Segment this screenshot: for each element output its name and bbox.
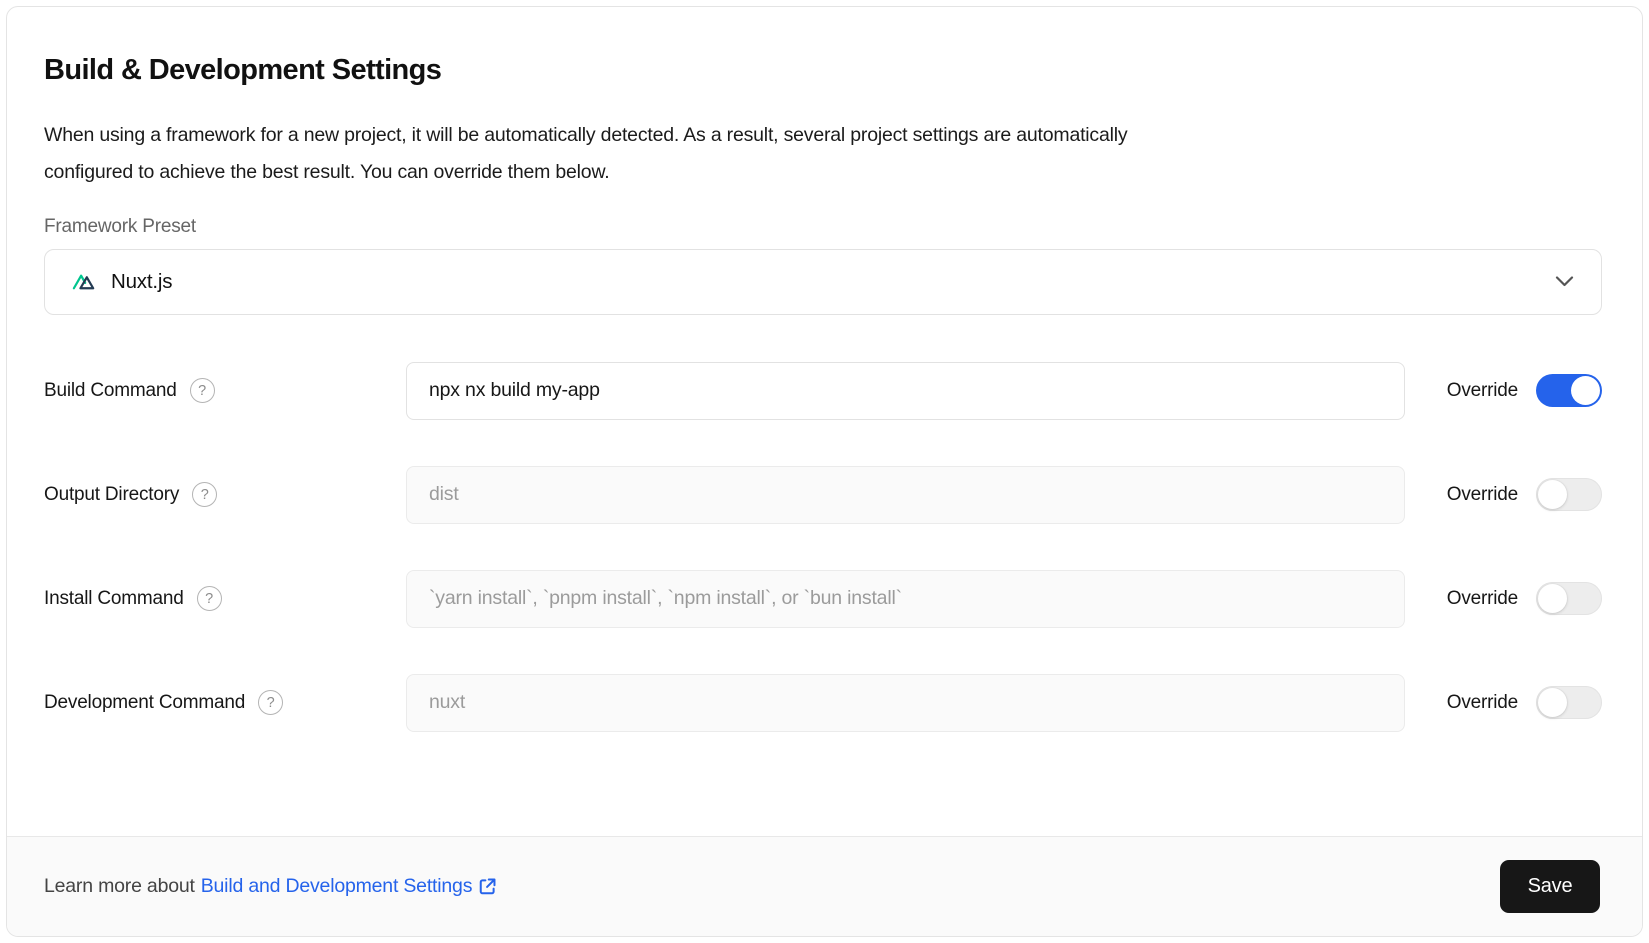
install-command-row: Install Command ? Override <box>44 570 1602 628</box>
framework-preset-value-group: Nuxt.js <box>71 268 172 295</box>
chevron-down-icon <box>1555 276 1574 287</box>
framework-preset-select[interactable]: Nuxt.js <box>44 249 1602 315</box>
output-directory-override-toggle[interactable] <box>1536 478 1602 511</box>
development-command-input <box>406 674 1405 732</box>
toggle-knob <box>1571 376 1600 405</box>
development-command-row: Development Command ? Override <box>44 674 1602 732</box>
page-title: Build & Development Settings <box>44 53 1602 88</box>
build-dev-settings-link[interactable]: Build and Development Settings <box>201 875 498 898</box>
toggle-knob <box>1538 688 1567 717</box>
card-footer: Learn more about Build and Development S… <box>7 836 1642 936</box>
external-link-icon <box>478 877 497 896</box>
development-command-override-label: Override <box>1447 692 1518 714</box>
output-directory-label: Output Directory <box>44 484 179 506</box>
build-dev-settings-card: Build & Development Settings When using … <box>6 6 1643 937</box>
framework-preset-selected: Nuxt.js <box>111 270 172 294</box>
toggle-knob <box>1538 584 1567 613</box>
build-command-label: Build Command <box>44 380 177 402</box>
framework-preset-label: Framework Preset <box>44 216 1602 238</box>
install-command-override-label: Override <box>1447 588 1518 610</box>
output-directory-row: Output Directory ? Override <box>44 466 1602 524</box>
install-command-help-icon[interactable]: ? <box>197 586 222 611</box>
link-text: Build and Development Settings <box>201 875 473 898</box>
install-command-input <box>406 570 1405 628</box>
development-command-help-icon[interactable]: ? <box>258 690 283 715</box>
build-command-help-icon[interactable]: ? <box>190 378 215 403</box>
save-button[interactable]: Save <box>1500 860 1600 913</box>
description-line-2: configured to achieve the best result. Y… <box>44 154 1602 191</box>
section-description: When using a framework for a new project… <box>44 117 1602 191</box>
learn-more-prefix: Learn more about <box>44 875 195 898</box>
build-command-override-toggle[interactable] <box>1536 374 1602 407</box>
install-command-label: Install Command <box>44 588 184 610</box>
learn-more-text: Learn more about Build and Development S… <box>44 875 497 898</box>
build-command-row: Build Command ? Override <box>44 362 1602 420</box>
development-command-override-toggle[interactable] <box>1536 686 1602 719</box>
settings-rows: Build Command ? Override Output Director… <box>44 362 1602 732</box>
card-body: Build & Development Settings When using … <box>7 7 1642 836</box>
output-directory-override-label: Override <box>1447 484 1518 506</box>
output-directory-help-icon[interactable]: ? <box>192 482 217 507</box>
development-command-label: Development Command <box>44 692 245 714</box>
install-command-override-toggle[interactable] <box>1536 582 1602 615</box>
toggle-knob <box>1538 480 1567 509</box>
nuxt-logo-icon <box>71 268 98 295</box>
build-command-override-label: Override <box>1447 380 1518 402</box>
description-line-1: When using a framework for a new project… <box>44 117 1602 154</box>
build-command-input[interactable] <box>406 362 1405 420</box>
output-directory-input <box>406 466 1405 524</box>
